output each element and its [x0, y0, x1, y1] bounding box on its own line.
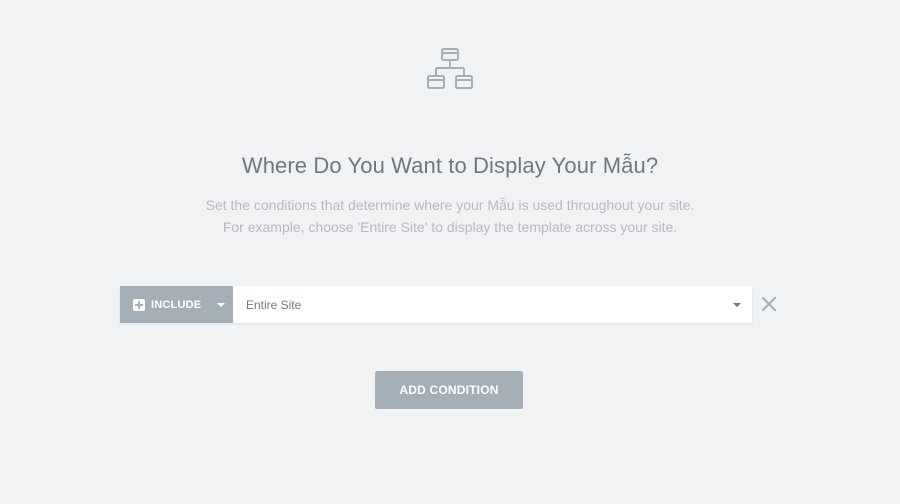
description-line-2: For example, choose 'Entire Site' to dis… — [222, 219, 678, 235]
sitemap-icon — [427, 48, 473, 89]
add-condition-button[interactable]: ADD CONDITION — [375, 371, 523, 409]
description-line-1: Set the conditions that determine where … — [205, 197, 695, 213]
plus-square-icon — [133, 298, 145, 311]
condition-value-label: Entire Site — [246, 297, 302, 312]
condition-row: INCLUDE Entire Site — [120, 286, 752, 323]
caret-down-icon — [733, 302, 741, 307]
condition-type-label: INCLUDE — [151, 298, 202, 311]
condition-type-select[interactable]: INCLUDE — [120, 286, 233, 323]
page-description: Set the conditions that determine where … — [0, 194, 900, 238]
close-icon[interactable] — [761, 296, 777, 312]
page-title: Where Do You Want to Display Your Mẫu? — [241, 153, 659, 178]
condition-value-select[interactable]: Entire Site — [233, 286, 752, 323]
caret-down-icon — [217, 302, 226, 307]
